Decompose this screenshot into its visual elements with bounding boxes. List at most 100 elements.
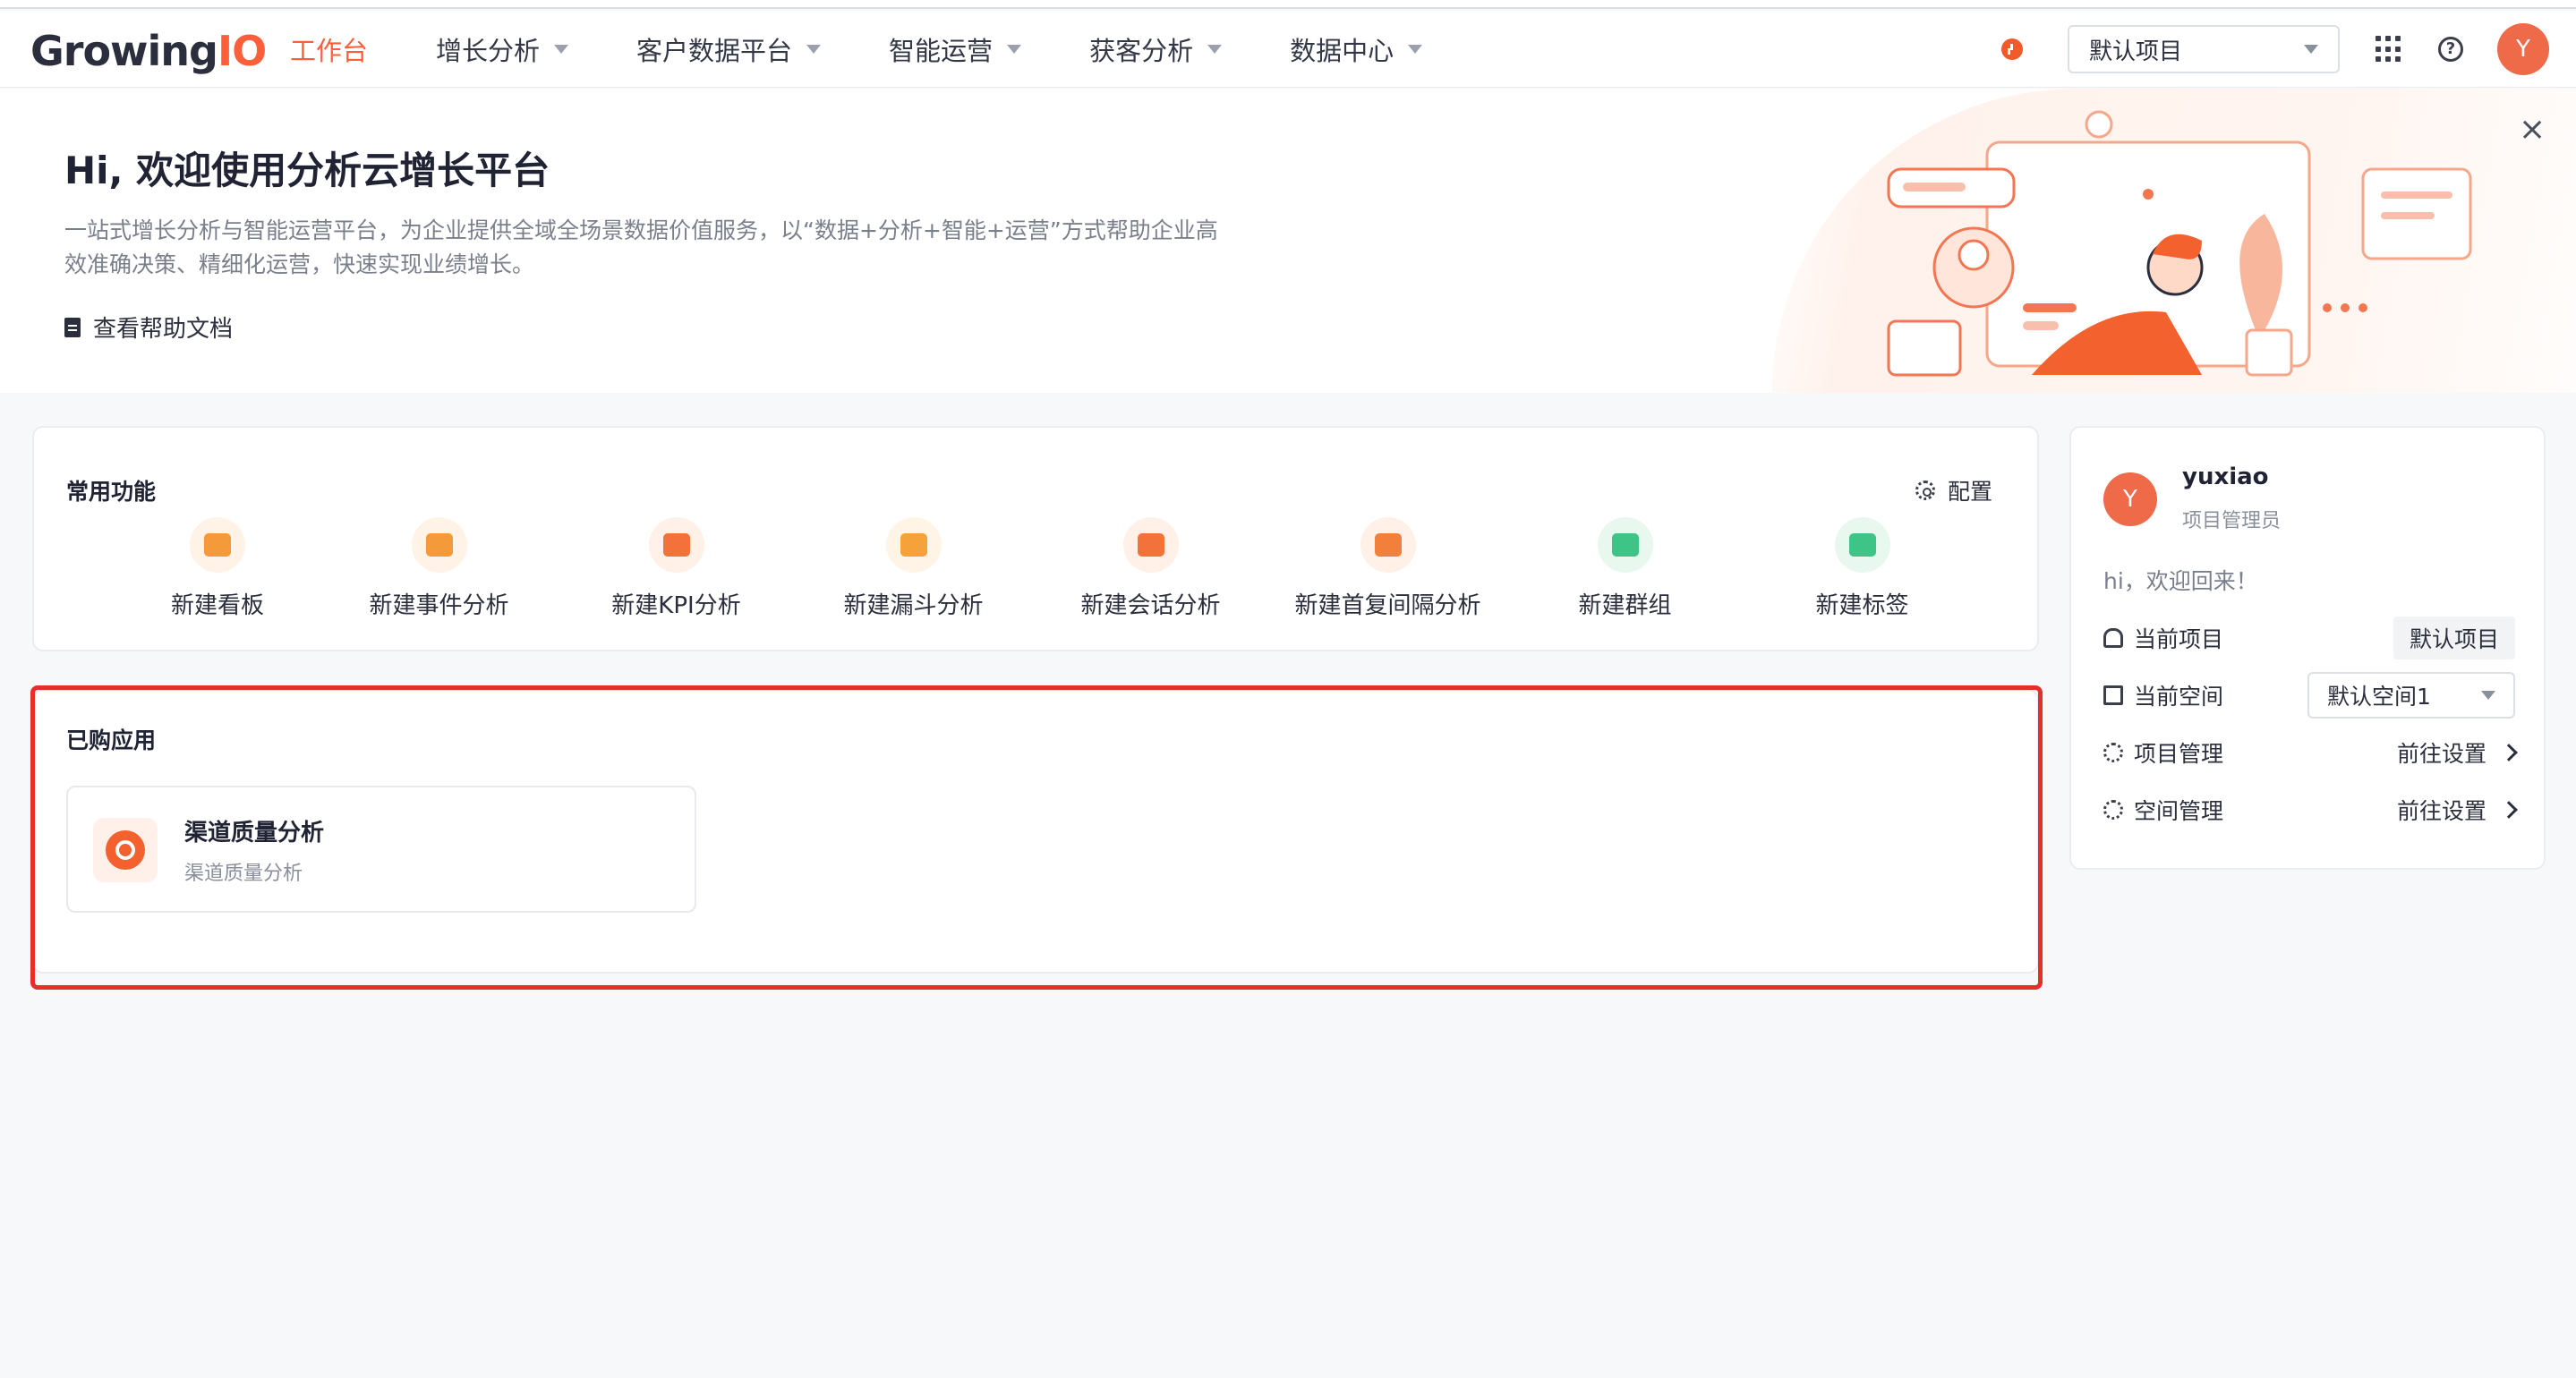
window-top-edge	[0, 0, 2576, 9]
welcome-text: hi，欢迎回来！	[2103, 568, 2258, 594]
event-analysis-icon-glyph	[425, 533, 453, 557]
feature-item[interactable]: 新建标签	[1744, 517, 1981, 620]
tag-icon	[1834, 517, 1890, 573]
feature-label: 新建事件分析	[369, 592, 509, 619]
caret-down-icon	[2304, 45, 2318, 54]
banner-description: 一站式增长分析与智能运营平台，为企业提供全域全场景数据价值服务，以“数据+分析+…	[64, 217, 1218, 277]
project-management-label: 项目管理	[2134, 741, 2224, 767]
config-button[interactable]: 配置	[1915, 474, 1992, 506]
menu-cdp[interactable]: 客户数据平台	[636, 30, 822, 68]
chevron-right-icon	[2500, 744, 2518, 761]
space-select[interactable]: 默认空间1	[2307, 672, 2515, 719]
feature-list: 新建看板 新建事件分析 新建KPI分析 新建漏斗分析 新建会话分析 新建首复间隔分析 新建群…	[115, 517, 1981, 620]
project-settings-link[interactable]: 前往设置	[2396, 736, 2518, 769]
logo-text: Growing	[30, 27, 218, 75]
interval-analysis-icon-glyph	[1374, 533, 1402, 557]
session-analysis-icon-glyph	[1137, 533, 1164, 557]
space-icon	[2103, 685, 2123, 705]
chevron-right-icon	[2500, 801, 2518, 819]
kpi-analysis-icon	[648, 517, 704, 573]
group-icon	[1597, 517, 1653, 573]
apps-grid-icon[interactable]	[2376, 36, 2402, 63]
feature-item[interactable]: 新建KPI分析	[558, 517, 795, 620]
dashboard-icon	[190, 517, 245, 573]
current-space-label: 当前空间	[2134, 684, 2224, 710]
caret-down-icon	[554, 45, 569, 54]
feature-label: 新建看板	[170, 592, 264, 619]
help-doc-label: 查看帮助文档	[93, 316, 234, 343]
menu-data-center[interactable]: 数据中心	[1290, 30, 1423, 68]
feature-label: 新建会话分析	[1080, 592, 1221, 619]
goto-label: 前往设置	[2396, 798, 2486, 824]
highlight-outline	[30, 685, 2043, 990]
menu-label: 客户数据平台	[636, 36, 793, 66]
caret-down-icon	[1207, 45, 1223, 54]
funnel-analysis-icon	[885, 517, 942, 573]
settings-icon	[2103, 800, 2123, 820]
current-project-label: 当前项目	[2134, 626, 2224, 652]
banner-illustration	[1887, 110, 2472, 377]
feature-label: 新建KPI分析	[611, 592, 741, 619]
logo-accent-text: IO	[217, 27, 267, 75]
home-icon	[2103, 628, 2123, 648]
document-icon	[64, 317, 81, 337]
user-role: 项目管理员	[2182, 510, 2282, 532]
close-banner-icon[interactable]: ×	[2519, 114, 2546, 146]
banner-title: Hi, 欢迎使用分析云增长平台	[64, 149, 550, 192]
funnel-analysis-icon-glyph	[900, 533, 927, 557]
menu-growth-analysis[interactable]: 增长分析	[436, 30, 569, 68]
feature-label: 新建首复间隔分析	[1294, 592, 1481, 619]
feature-label: 新建漏斗分析	[843, 592, 984, 619]
current-project-row: 当前项目 默认项目	[2103, 617, 2515, 659]
feature-item[interactable]: 新建群组	[1506, 517, 1744, 620]
menu-label: 数据中心	[1290, 36, 1395, 66]
user-avatar[interactable]: Y	[2497, 23, 2549, 75]
help-doc-link[interactable]: 查看帮助文档	[64, 310, 233, 344]
common-functions-card: 常用功能 配置 新建看板 新建事件分析 新建KPI分析 新建漏斗分析 新建会话分析 新建首…	[32, 426, 2039, 651]
user-panel: Y yuxiao 项目管理员 hi，欢迎回来！ 当前项目 默认项目 当前空间 默…	[2069, 426, 2546, 870]
feature-item[interactable]: 新建漏斗分析	[795, 517, 1032, 620]
current-space-row: 当前空间 默认空间1	[2103, 672, 2515, 719]
menu-acquisition[interactable]: 获客分析	[1089, 30, 1223, 68]
main-menu: 工作台 增长分析 客户数据平台 智能运营 获客分析 数据中心	[290, 11, 1490, 88]
group-icon-glyph	[1611, 533, 1639, 557]
caret-down-icon	[2481, 691, 2495, 700]
help-icon[interactable]: ?	[2438, 37, 2463, 62]
space-settings-link[interactable]: 前往设置	[2396, 794, 2518, 826]
project-management-row: 项目管理 前往设置	[2103, 732, 2518, 773]
feature-item[interactable]: 新建会话分析	[1032, 517, 1269, 620]
goto-label: 前往设置	[2396, 741, 2486, 767]
common-functions-title: 常用功能	[66, 479, 157, 505]
kpi-analysis-icon-glyph	[662, 533, 690, 557]
menu-label: 智能运营	[889, 36, 994, 66]
config-label: 配置	[1947, 479, 1992, 505]
welcome-banner: Hi, 欢迎使用分析云增长平台 一站式增长分析与智能运营平台，为企业提供全域全场…	[0, 89, 2576, 393]
feature-label: 新建群组	[1578, 592, 1672, 619]
feature-item[interactable]: 新建看板	[115, 517, 320, 620]
current-project-value: 默认项目	[2393, 617, 2515, 659]
dashboard-icon-glyph	[204, 533, 231, 557]
growingio-logo[interactable]: GrowingIO	[30, 27, 267, 75]
top-nav: GrowingIO 工作台 增长分析 客户数据平台 智能运营 获客分析 数据中心…	[0, 11, 2576, 88]
space-management-label: 空间管理	[2134, 798, 2224, 824]
nav-right-tools: 默认项目 ? Y	[2001, 11, 2549, 88]
menu-smart-ops[interactable]: 智能运营	[889, 30, 1022, 68]
feature-item[interactable]: 新建事件分析	[320, 517, 558, 620]
space-management-row: 空间管理 前往设置	[2103, 789, 2518, 830]
menu-workbench[interactable]: 工作台	[290, 30, 368, 68]
interval-analysis-icon	[1360, 517, 1416, 573]
caret-down-icon	[806, 45, 822, 54]
event-analysis-icon	[411, 517, 467, 573]
feature-item[interactable]: 新建首复间隔分析	[1269, 517, 1506, 620]
project-select[interactable]: 默认项目	[2068, 25, 2340, 73]
settings-icon	[1915, 481, 1935, 500]
tag-icon-glyph	[1848, 533, 1876, 557]
caret-down-icon	[1007, 45, 1022, 54]
settings-icon	[2103, 743, 2123, 762]
session-analysis-icon	[1122, 517, 1179, 573]
caret-down-icon	[1408, 45, 1423, 54]
user-avatar-large: Y	[2103, 472, 2157, 526]
menu-label: 工作台	[290, 36, 369, 66]
clock-icon[interactable]	[2001, 38, 2023, 60]
menu-label: 获客分析	[1089, 36, 1194, 66]
